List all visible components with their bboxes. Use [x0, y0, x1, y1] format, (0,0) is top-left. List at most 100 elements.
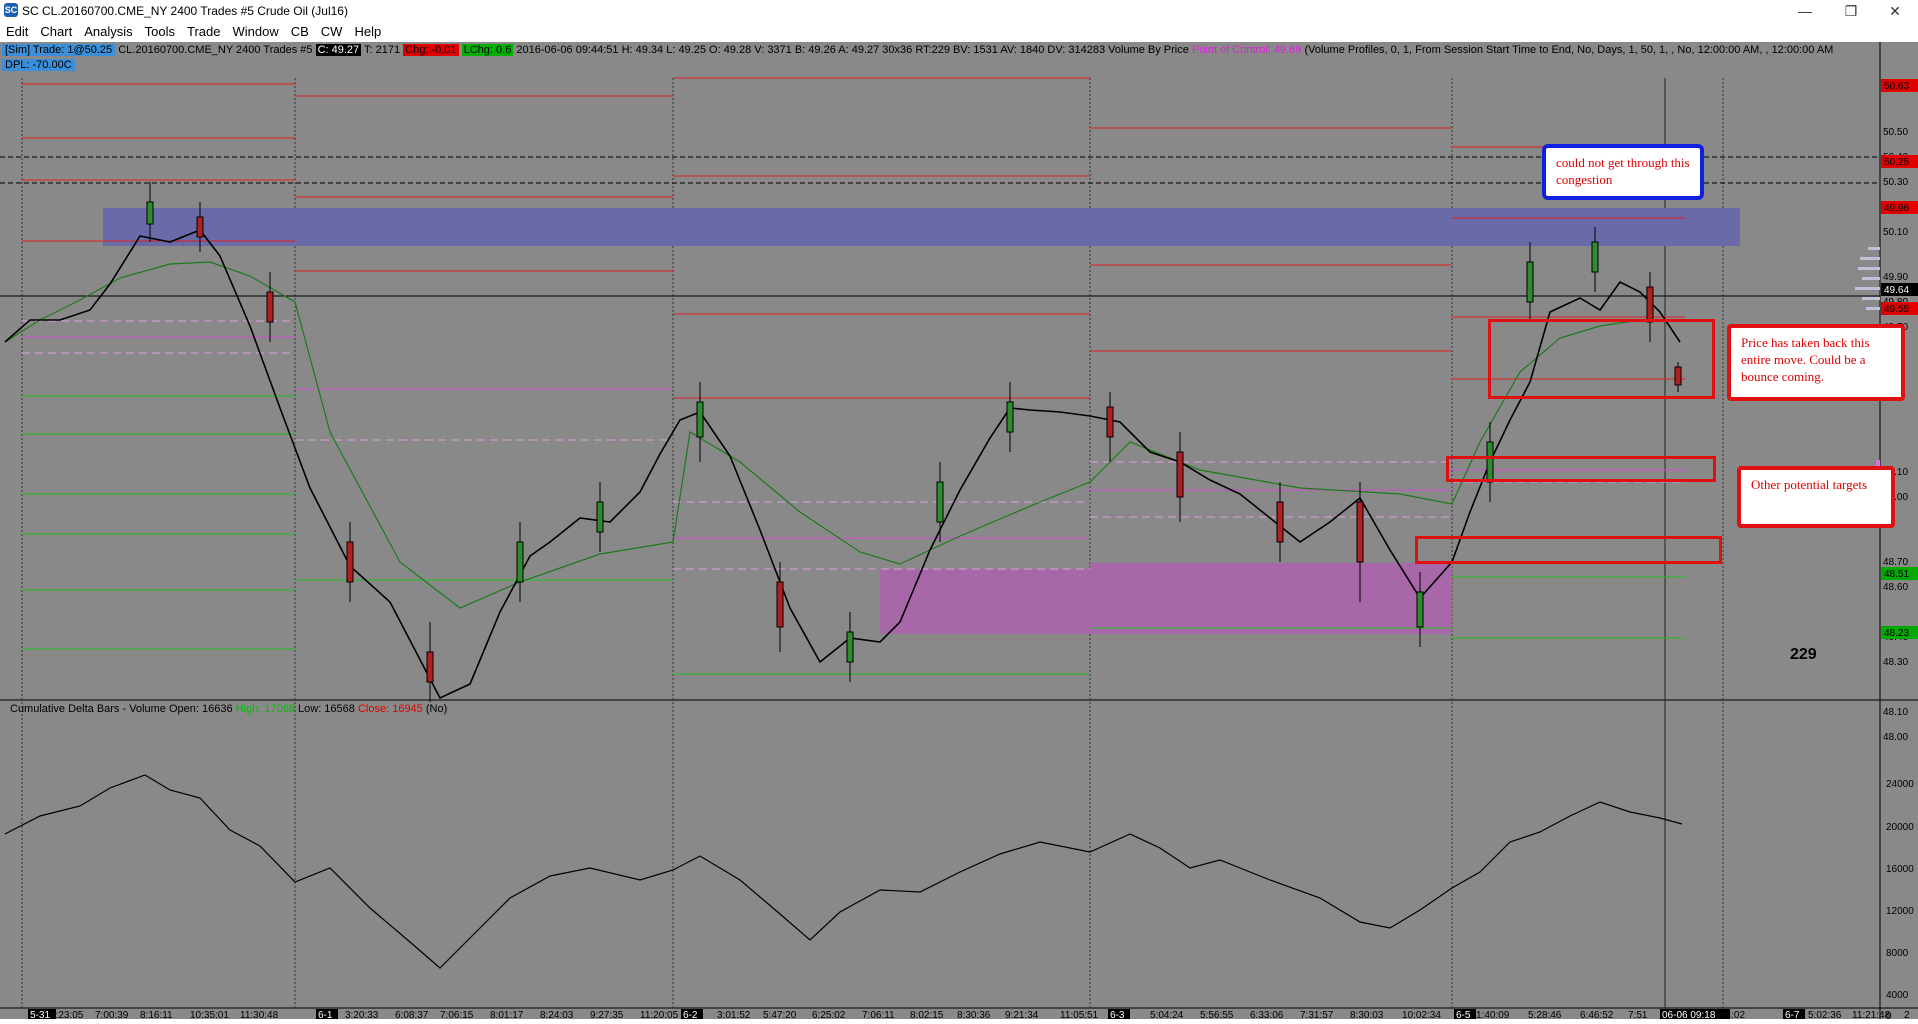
window-title: SC CL.20160700.CME_NY 2400 Trades #5 Cru… — [22, 4, 348, 18]
highlight-box-move — [1488, 319, 1715, 399]
chart-header: [Sim] Trade: 1@50.25 CL.20160700.CME_NY … — [2, 44, 1880, 56]
study-params: (Volume Profiles, 0, 1, From Session Sta… — [1304, 44, 1834, 56]
price-axis-label: 48.70 — [1883, 557, 1908, 568]
time-axis-label: 8:02:15 — [910, 1010, 944, 1019]
menu-bar: Edit Chart Analysis Tools Trade Window CB CW Hel… — [0, 22, 1918, 42]
time-axis-label: 8:30:03 — [1350, 1010, 1384, 1019]
price-badge: 50.63 — [1884, 81, 1909, 92]
price-axis-label: 48.00 — [1883, 732, 1908, 743]
time-axis-label: 11:21:48 — [1852, 1010, 1891, 1019]
menu-tools[interactable]: Tools — [139, 22, 181, 39]
title-bar: SC SC CL.20160700.CME_NY 2400 Trades #5 … — [0, 0, 1918, 22]
restore-button[interactable]: ❐ — [1828, 0, 1874, 22]
tick-count: T: 2171 — [364, 44, 401, 56]
date-marker: 06-06 09:18 — [1662, 1010, 1716, 1019]
menu-edit[interactable]: Edit — [0, 22, 34, 39]
time-axis-label: 5:02:36 — [1808, 1010, 1842, 1019]
delta-high: High: 17068 — [235, 703, 295, 715]
date-marker: 6-5 — [1456, 1010, 1471, 1019]
menu-trade[interactable]: Trade — [181, 22, 226, 39]
time-axis-label: 7:06:11 — [862, 1010, 895, 1019]
delta-low: Low: 16568 — [298, 703, 355, 715]
time-axis-label: 10:35:01 — [190, 1010, 229, 1019]
price-axis-label: 48.30 — [1883, 657, 1908, 668]
dpl-badge: DPL: -70.00C — [2, 59, 75, 71]
chart-area[interactable]: 50.50 50.40 50.30 50.20 50.10 49.90 49.8… — [0, 42, 1918, 1022]
time-axis-label: 11:20:05 — [640, 1010, 679, 1019]
corner-indicator: 2 — [1904, 1010, 1910, 1019]
annotation-targets: Other potential targets — [1737, 466, 1895, 528]
app-icon: SC — [4, 3, 18, 17]
time-axis-label: 7:51 — [1628, 1010, 1648, 1019]
delta-axis-label: 12000 — [1886, 906, 1914, 917]
menu-chart[interactable]: Chart — [34, 22, 78, 39]
delta-no: (No) — [425, 703, 448, 715]
close-button[interactable]: ✕ — [1872, 0, 1918, 22]
price-badge: 50.25 — [1884, 157, 1909, 168]
sim-badge: [Sim] Trade: 1@50.25 — [2, 44, 116, 56]
delta-close: Close: 16945 — [357, 703, 423, 715]
time-axis-label: 6:46:52 — [1580, 1010, 1614, 1019]
price-badge: 48.51 — [1884, 569, 1909, 580]
menu-cw[interactable]: CW — [315, 22, 349, 39]
time-axis-label: 8:30:36 — [957, 1010, 991, 1019]
annotation-congestion: could not get through this congestion — [1542, 144, 1704, 200]
delta-axis-label: 4000 — [1886, 990, 1909, 1001]
chart-number-label: 229 — [1790, 646, 1817, 663]
time-axis-label: 8:01:17 — [490, 1010, 524, 1019]
date-marker: 5-31 — [30, 1010, 50, 1019]
time-axis-label: 7:31:57 — [1300, 1010, 1334, 1019]
minimize-button[interactable]: — — [1782, 0, 1828, 22]
symbol-text: CL.20160700.CME_NY 2400 Trades #5 — [118, 44, 313, 56]
price-axis-label: 48.10 — [1883, 707, 1908, 718]
time-axis-label: 5:47:20 — [763, 1010, 797, 1019]
time-axis-label: 3:01:52 — [717, 1010, 751, 1019]
date-marker: 6-2 — [683, 1010, 698, 1019]
time-axis-label: 11:05:51 — [1060, 1010, 1099, 1019]
date-marker: 6-7 — [1785, 1010, 1800, 1019]
time-axis-label: 9:21:34 — [1005, 1010, 1039, 1019]
annotation-taken-back: Price has taken back this entire move. C… — [1727, 324, 1905, 401]
close-badge: C: 49.27 — [315, 44, 362, 56]
menu-help[interactable]: Help — [348, 22, 387, 39]
lchg-badge: LChg: 0.6 — [461, 44, 514, 56]
time-axis-label: 14:02 — [1720, 1010, 1745, 1019]
menu-window[interactable]: Window — [226, 22, 284, 39]
time-axis-label: 9:27:35 — [590, 1010, 624, 1019]
poc-text: Point of Control: 49.69 — [1191, 44, 1302, 56]
delta-axis-label: 8000 — [1886, 948, 1909, 959]
time-axis-label: 6:08:37 — [395, 1010, 429, 1019]
price-badge: 49.96 — [1884, 203, 1909, 214]
price-axis-label: 50.50 — [1883, 127, 1908, 138]
delta-axis-label: 16000 — [1886, 864, 1914, 875]
time-axis-label: 5:23:05 — [50, 1010, 84, 1019]
time-axis-label: 1:40:09 — [1476, 1010, 1510, 1019]
time-axis-label: 6:33:06 — [1250, 1010, 1284, 1019]
chg-badge: Chg: -0.01 — [403, 44, 459, 56]
price-axis-label: 50.30 — [1883, 177, 1908, 188]
menu-analysis[interactable]: Analysis — [78, 22, 138, 39]
time-axis-label: 3:20:33 — [345, 1010, 379, 1019]
highlight-box-target1 — [1446, 456, 1716, 482]
menu-cb[interactable]: CB — [285, 22, 315, 39]
time-axis-label: 5:56:55 — [1200, 1010, 1234, 1019]
price-badge: 49.55 — [1884, 304, 1909, 315]
delta-panel-header: Cumulative Delta Bars - Volume Open: 166… — [10, 703, 447, 715]
time-axis-label: 10:02:34 — [1402, 1010, 1441, 1019]
time-axis-label: 11:30:48 — [240, 1010, 279, 1019]
delta-axis-label: 20000 — [1886, 822, 1914, 833]
delta-title: Cumulative Delta Bars - Volume Open: 166… — [10, 703, 233, 715]
time-axis-label: 7:06:15 — [440, 1010, 474, 1019]
time-axis-label: 8:24:03 — [540, 1010, 574, 1019]
highlight-box-target2 — [1415, 536, 1722, 564]
price-axis-label: 48.60 — [1883, 582, 1908, 593]
time-axis-label: 8:16:11 — [140, 1010, 173, 1019]
price-axis-label: 49.90 — [1883, 272, 1908, 283]
date-marker: 6-1 — [318, 1010, 333, 1019]
price-axis-label: 50.10 — [1883, 227, 1908, 238]
delta-axis-label: 24000 — [1886, 779, 1914, 790]
time-axis-label: 7:00:39 — [95, 1010, 129, 1019]
ohlc-text: 2016-06-06 09:44:51 H: 49.34 L: 49.25 O:… — [516, 44, 1189, 56]
time-axis-label: 5:28:46 — [1528, 1010, 1562, 1019]
time-axis-label: 5:04:24 — [1150, 1010, 1184, 1019]
